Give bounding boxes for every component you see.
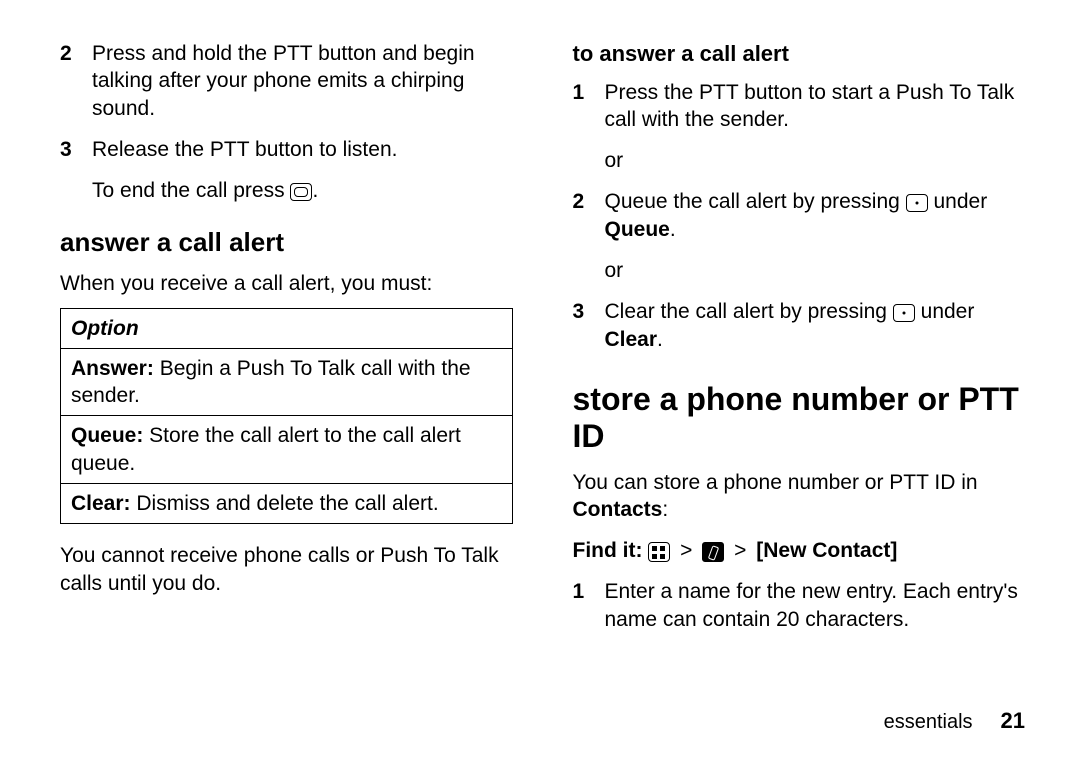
option-label: Clear: xyxy=(71,492,131,515)
softkey-label: Clear xyxy=(605,328,658,351)
softkey-icon xyxy=(906,194,928,212)
table-row: Queue: Store the call alert to the call … xyxy=(61,416,513,484)
step-number: 1 xyxy=(573,79,591,134)
new-contact-label: [New Contact] xyxy=(756,539,897,562)
text: Clear the call alert by pressing xyxy=(605,300,893,323)
step-3: 3 Release the PTT button to listen. xyxy=(60,136,513,163)
step-3: 3 Clear the call alert by pressing under… xyxy=(573,298,1026,353)
text: : xyxy=(662,498,668,521)
step-number: 2 xyxy=(60,40,78,122)
step-text: Clear the call alert by pressing under C… xyxy=(605,298,1026,353)
right-column: to answer a call alert 1 Press the PTT b… xyxy=(573,40,1026,697)
step-text: Queue the call alert by pressing under Q… xyxy=(605,188,1026,243)
softkey-icon xyxy=(893,304,915,322)
step-1: 1 Press the PTT button to start a Push T… xyxy=(573,79,1026,134)
end-call-line: To end the call press . xyxy=(92,177,513,204)
text: . xyxy=(312,179,318,202)
step-number: 3 xyxy=(60,136,78,163)
option-label: Answer: xyxy=(71,357,154,380)
or-text: or xyxy=(605,257,1026,284)
text: . xyxy=(657,328,663,351)
find-it-line: Find it: > > [New Contact] xyxy=(573,537,1026,564)
text: under xyxy=(915,300,975,323)
end-call-icon xyxy=(290,183,312,201)
table-header: Option xyxy=(61,308,513,348)
text: under xyxy=(928,190,988,213)
step-2: 2 Press and hold the PTT button and begi… xyxy=(60,40,513,122)
options-table: Option Answer: Begin a Push To Talk call… xyxy=(60,308,513,525)
find-it-label: Find it: xyxy=(573,539,643,562)
step-text: Press and hold the PTT button and begin … xyxy=(92,40,513,122)
heading-to-answer: to answer a call alert xyxy=(573,40,1026,69)
text: . xyxy=(670,218,676,241)
heading-store-number: store a phone number or PTT ID xyxy=(573,381,1026,455)
heading-answer-call-alert: answer a call alert xyxy=(60,226,513,260)
chevron-text: > xyxy=(680,539,692,562)
step-number: 3 xyxy=(573,298,591,353)
softkey-label: Queue xyxy=(605,218,670,241)
step-1: 1 Enter a name for the new entry. Each e… xyxy=(573,578,1026,633)
intro-text: When you receive a call alert, you must: xyxy=(60,270,513,297)
left-column: 2 Press and hold the PTT button and begi… xyxy=(60,40,513,697)
text: Queue the call alert by pressing xyxy=(605,190,906,213)
step-number: 2 xyxy=(573,188,591,243)
page-footer: essentials 21 xyxy=(60,707,1025,736)
contacts-icon xyxy=(702,542,724,562)
note-text: You cannot receive phone calls or Push T… xyxy=(60,542,513,597)
chevron-text: > xyxy=(734,539,746,562)
contacts-label: Contacts xyxy=(573,498,663,521)
table-row: Clear: Dismiss and delete the call alert… xyxy=(61,484,513,524)
option-label: Queue: xyxy=(71,424,143,447)
table-row: Answer: Begin a Push To Talk call with t… xyxy=(61,348,513,416)
step-text: Enter a name for the new entry. Each ent… xyxy=(605,578,1026,633)
step-number: 1 xyxy=(573,578,591,633)
menu-icon xyxy=(648,542,670,562)
step-text: Press the PTT button to start a Push To … xyxy=(605,79,1026,134)
step-text: Release the PTT button to listen. xyxy=(92,136,513,163)
section-name: essentials xyxy=(884,709,973,735)
store-intro: You can store a phone number or PTT ID i… xyxy=(573,469,1026,524)
or-text: or xyxy=(605,147,1026,174)
text: You can store a phone number or PTT ID i… xyxy=(573,471,978,494)
text: To end the call press xyxy=(92,179,290,202)
option-text: Dismiss and delete the call alert. xyxy=(131,492,439,515)
step-2: 2 Queue the call alert by pressing under… xyxy=(573,188,1026,243)
page-number: 21 xyxy=(1001,707,1025,736)
